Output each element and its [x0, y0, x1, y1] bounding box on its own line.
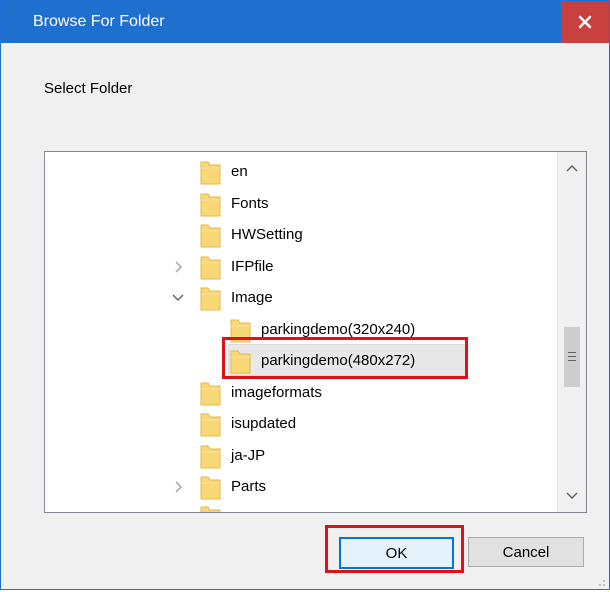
scroll-down-button[interactable]: [558, 486, 586, 506]
folder-icon: [200, 191, 221, 217]
folder-tree[interactable]: en Fonts HWSetting IFPfile Image parkingdemo(…: [44, 151, 587, 513]
chevron-up-icon: [566, 159, 578, 177]
folder-icon: [200, 254, 221, 280]
chevron-down-icon: [566, 487, 578, 505]
tree-item[interactable]: HWSetting: [45, 219, 545, 251]
folder-icon: [200, 504, 221, 512]
tree-item-label: Image: [231, 289, 273, 306]
close-button[interactable]: [561, 1, 609, 43]
tree-item-label: Parts: [231, 478, 267, 495]
folder-icon: [200, 285, 221, 311]
tree-item-label: imageformats: [231, 384, 322, 401]
tree-item[interactable]: Fonts: [45, 188, 545, 220]
highlight-box-ok-button: [325, 525, 464, 573]
cancel-button-label: Cancel: [502, 543, 550, 561]
folder-icon: [200, 411, 221, 437]
tree-item[interactable]: ja-JP: [45, 440, 545, 472]
scroll-thumb[interactable]: [564, 327, 580, 387]
tree-item[interactable]: imageformats: [45, 377, 545, 409]
tree-item-label: isupdated: [231, 415, 297, 432]
tree-item-label: HWSetting: [231, 226, 303, 243]
folder-icon: [200, 222, 221, 248]
tree-item-label: en: [231, 163, 248, 180]
close-icon: [577, 14, 593, 30]
vertical-scrollbar[interactable]: [557, 152, 586, 512]
resize-grip-icon: [594, 574, 606, 591]
tree-viewport: en Fonts HWSetting IFPfile Image parkingdemo(…: [45, 152, 557, 512]
folder-icon: [200, 474, 221, 500]
tree-item-label: Fonts: [231, 195, 269, 212]
chevron-down-icon[interactable]: [172, 292, 184, 304]
cancel-button[interactable]: Cancel: [468, 537, 584, 567]
chevron-right-icon[interactable]: [172, 261, 184, 273]
tree-item[interactable]: IFPfile: [45, 251, 545, 283]
window-title: Browse For Folder: [33, 13, 165, 30]
tree-item-label: ja-JP: [231, 447, 266, 464]
browse-folder-dialog: Browse For Folder Select Folder en Fonts H…: [0, 0, 610, 590]
folder-icon: [200, 443, 221, 469]
highlight-box-selected-folder: [222, 337, 468, 379]
title-bar[interactable]: Browse For Folder: [1, 1, 609, 43]
tree-item[interactable]: Image: [45, 282, 545, 314]
tree-item[interactable]: Parts: [45, 471, 545, 503]
chevron-right-icon[interactable]: [172, 481, 184, 493]
tree-item[interactable]: isupdated: [45, 408, 545, 440]
tree-item-label: IFPfile: [231, 258, 274, 275]
scroll-up-button[interactable]: [558, 158, 586, 178]
tree-item-label: parkingdemo(320x240): [261, 321, 416, 338]
folder-icon: [200, 380, 221, 406]
folder-icon: [200, 159, 221, 185]
tree-item[interactable]: en: [45, 156, 545, 188]
resize-grip[interactable]: [594, 574, 606, 586]
prompt-label: Select Folder: [44, 80, 133, 97]
